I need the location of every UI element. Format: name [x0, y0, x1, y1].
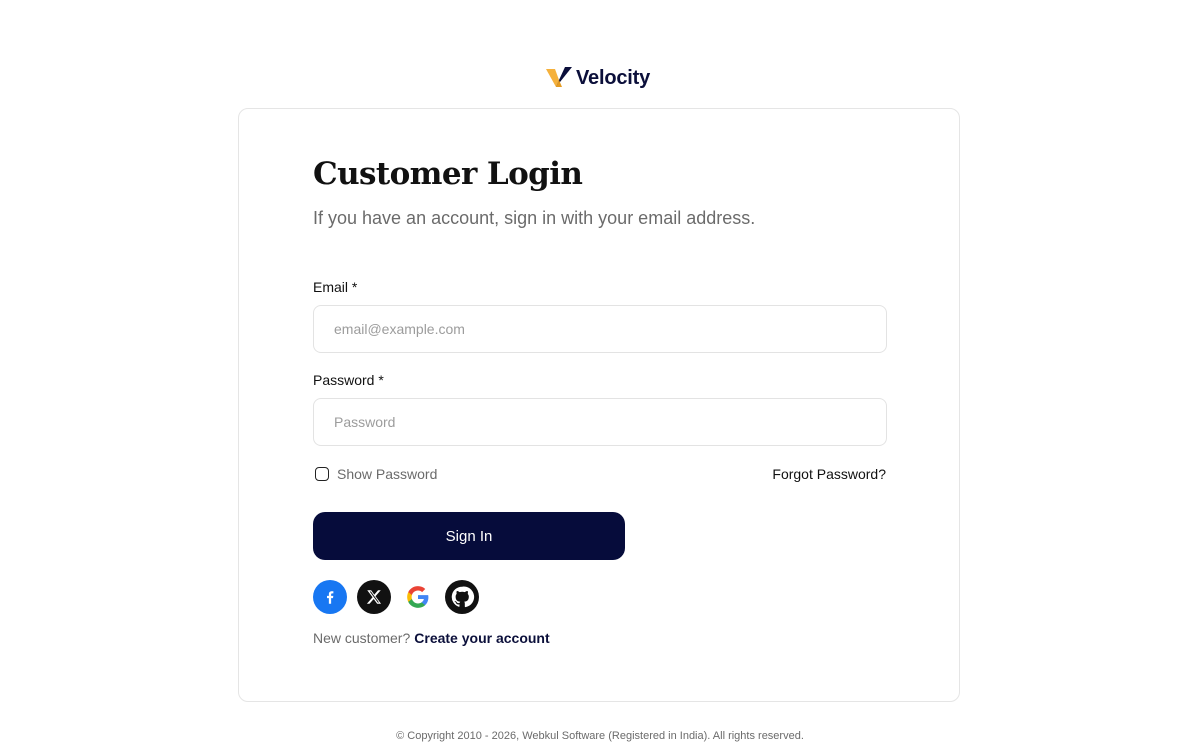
brand-logo[interactable]: Velocity — [546, 64, 650, 92]
x-icon — [366, 590, 382, 604]
velocity-v-logo-icon — [546, 67, 572, 87]
new-customer-row: New customer? Create your account — [313, 630, 550, 646]
password-field[interactable] — [313, 398, 887, 446]
page-title: Customer Login — [313, 156, 583, 192]
login-page: Velocity Customer Login If you have an a… — [0, 0, 1200, 750]
sign-in-button[interactable]: Sign In — [313, 512, 625, 560]
show-password-label: Show Password — [337, 466, 438, 482]
github-login-button[interactable] — [445, 580, 479, 614]
google-icon — [407, 586, 429, 608]
github-icon — [451, 586, 475, 608]
footer-copyright: © Copyright 2010 - 2026, Webkul Software… — [396, 730, 804, 742]
password-label: Password * — [313, 372, 384, 388]
create-account-link[interactable]: Create your account — [414, 630, 549, 646]
show-password-checkbox[interactable] — [315, 467, 329, 481]
social-login-list — [313, 580, 479, 614]
brand-name: Velocity — [576, 66, 650, 89]
page-subtitle: If you have an account, sign in with you… — [313, 208, 756, 228]
new-customer-text: New customer? — [313, 630, 411, 646]
forgot-password-link[interactable]: Forgot Password? — [772, 466, 886, 482]
email-field[interactable] — [313, 305, 887, 353]
google-login-button[interactable] — [401, 580, 435, 614]
show-password-toggle[interactable]: Show Password — [315, 466, 437, 482]
facebook-login-button[interactable] — [313, 580, 347, 614]
x-login-button[interactable] — [357, 580, 391, 614]
email-label: Email * — [313, 279, 358, 295]
facebook-icon — [327, 591, 334, 604]
